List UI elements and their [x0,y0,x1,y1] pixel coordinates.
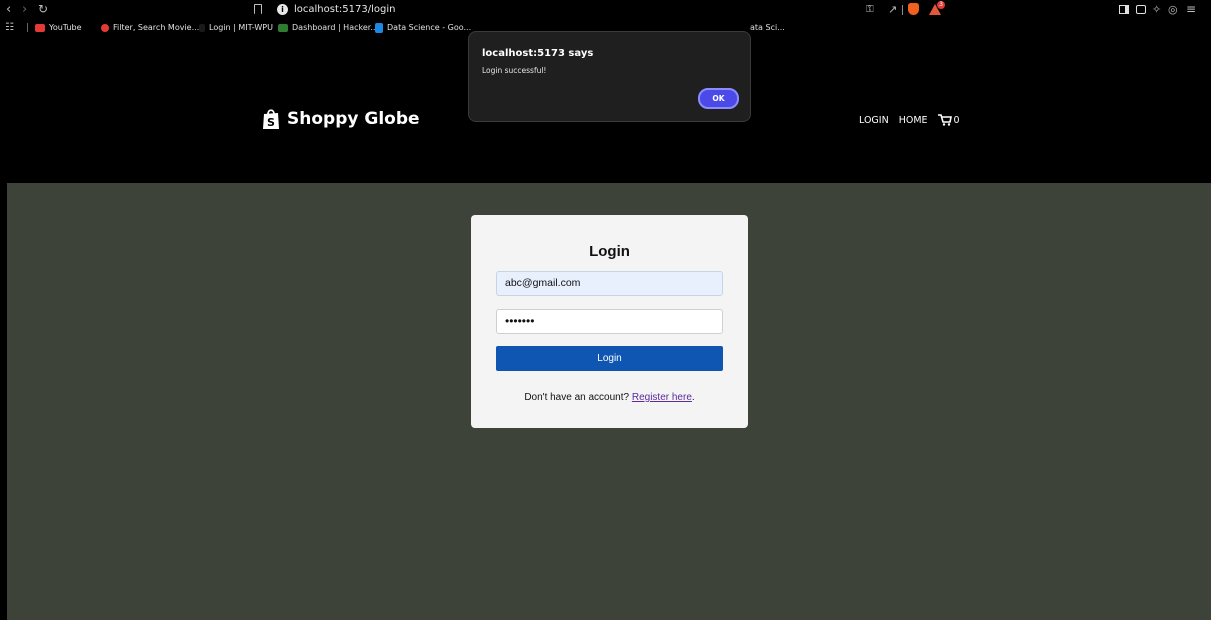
dialog-message: Login successful! [482,66,547,75]
extensions-icon[interactable]: ✧ [1152,0,1161,19]
nav-login-link[interactable]: LOGIN [859,115,889,126]
toolbar-divider [902,5,903,15]
shopping-bag-icon: S [263,109,279,129]
cart-icon [937,114,952,126]
register-prefix: Don't have an account? [524,392,630,403]
bookmarks-divider [27,23,28,32]
register-link[interactable]: Register here [632,392,692,403]
alert-dialog: localhost:5173 says Login successful! OK [468,31,751,122]
cart-link[interactable]: 0 [937,114,960,126]
login-card: Login abc@gmail.com ••••••• Login Don't … [471,215,748,428]
nav-home-link[interactable]: HOME [899,115,928,126]
vpn-shield-icon[interactable]: ◎ [1168,0,1178,19]
main-nav: LOGIN HOME 0 [859,112,960,128]
bookmark-data-science[interactable]: Data Science - Goo... [375,19,471,36]
mit-wpu-icon [199,23,205,32]
bookmark-page-icon[interactable] [254,4,262,14]
register-suffix: . [691,392,695,403]
menu-icon[interactable]: ≡ [1186,0,1196,19]
email-field[interactable]: abc@gmail.com [496,271,723,296]
hackerrank-icon [278,23,288,32]
password-field[interactable]: ••••••• [496,309,723,334]
youtube-icon [35,23,45,32]
dialog-ok-button[interactable]: OK [698,88,739,109]
register-prompt: Don't have an account? Register here. [471,392,748,403]
reload-icon[interactable]: ↻ [38,0,48,19]
bookmark-mit-wpu[interactable]: Login | MIT-WPU [199,19,273,36]
site-info-icon[interactable]: i [277,4,288,15]
back-icon[interactable]: ‹ [6,0,11,19]
bookmark-label: Filter, Search Movie... [113,23,200,32]
google-docs-icon [375,22,383,33]
bookmark-label: Dashboard | Hacker... [292,23,378,32]
tab-manager-icon[interactable] [1136,5,1146,14]
apps-grid-icon[interactable]: ☷ [5,18,14,37]
bookmark-hackerrank[interactable]: Dashboard | Hacker... [278,19,378,36]
dialog-title: localhost:5173 says [482,48,594,59]
bookmark-label: Data Science - Goo... [387,23,472,32]
bookmark-filter-movie[interactable]: Filter, Search Movie... [101,19,199,36]
bookmark-youtube[interactable]: YouTube [35,19,82,36]
share-icon[interactable]: ↗ [888,0,897,19]
brand-name: Shoppy Globe [287,109,420,129]
login-button[interactable]: Login [496,346,723,371]
brave-shield-icon[interactable] [908,3,919,15]
password-key-icon[interactable]: ⚿ [866,0,874,19]
svg-text:S: S [267,116,275,129]
address-bar[interactable]: localhost:5173/login [294,0,395,19]
rewards-badge: 3 [937,1,945,9]
bookmark-label: Login | MIT-WPU [209,23,273,32]
login-title: Login [589,243,630,260]
browser-toolbar: ‹ › ↻ i localhost:5173/login ⚿ ↗ 3 ✧ ◎ ≡ [0,0,1211,19]
cart-count: 0 [953,114,960,126]
brand-logo[interactable]: S Shoppy Globe [261,104,420,134]
movie-icon [101,23,109,32]
bookmark-label: ata Sci... [750,23,785,32]
bookmark-label: YouTube [49,23,82,32]
sidebar-toggle-icon[interactable] [1119,5,1129,14]
forward-icon[interactable]: › [22,0,27,19]
bookmark-overflow[interactable]: ata Sci... [750,19,785,36]
